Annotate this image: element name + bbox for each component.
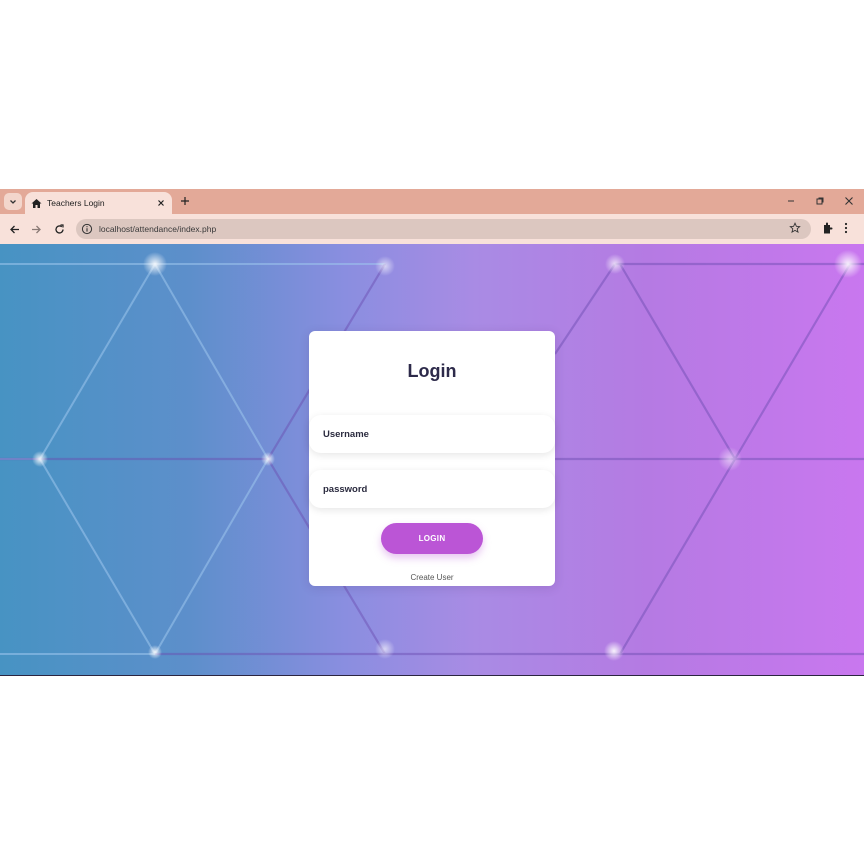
login-card: Login Username password LOGIN Create Use… (309, 331, 555, 586)
username-input[interactable]: Username (309, 415, 555, 453)
tab-teachers-login[interactable]: Teachers Login (25, 192, 172, 214)
address-bar[interactable]: localhost/attendance/index.php (76, 219, 811, 239)
password-input[interactable]: password (309, 470, 555, 508)
reload-icon[interactable] (52, 222, 66, 236)
info-icon[interactable] (81, 223, 93, 235)
star-icon[interactable] (789, 222, 803, 236)
close-window-icon[interactable] (842, 194, 856, 208)
browser-toolbar: localhost/attendance/index.php (0, 214, 864, 244)
login-title: Login (407, 361, 457, 381)
create-user-link[interactable]: Create User (309, 573, 555, 582)
url-text: localhost/attendance/index.php (99, 224, 217, 234)
plus-icon[interactable] (178, 194, 192, 208)
browser-window: Teachers Login localhost/attendance/inde… (0, 189, 864, 676)
tab-strip: Teachers Login (0, 189, 864, 214)
tab-search-button[interactable] (4, 193, 22, 210)
back-arrow-icon[interactable] (7, 222, 21, 236)
page-viewport: Login Username password LOGIN Create Use… (0, 244, 864, 676)
forward-arrow-icon[interactable] (29, 222, 43, 236)
restore-icon[interactable] (813, 194, 827, 208)
username-placeholder: Username (323, 428, 369, 440)
tab-title: Teachers Login (47, 198, 105, 208)
login-button[interactable]: LOGIN (381, 523, 483, 554)
home-icon (31, 198, 42, 209)
extensions-icon[interactable] (821, 222, 835, 236)
close-icon[interactable] (154, 196, 168, 210)
chevron-down-icon (10, 199, 16, 204)
minimize-icon[interactable] (784, 194, 798, 208)
menu-dots-icon[interactable] (844, 222, 856, 236)
password-placeholder: password (323, 483, 368, 495)
